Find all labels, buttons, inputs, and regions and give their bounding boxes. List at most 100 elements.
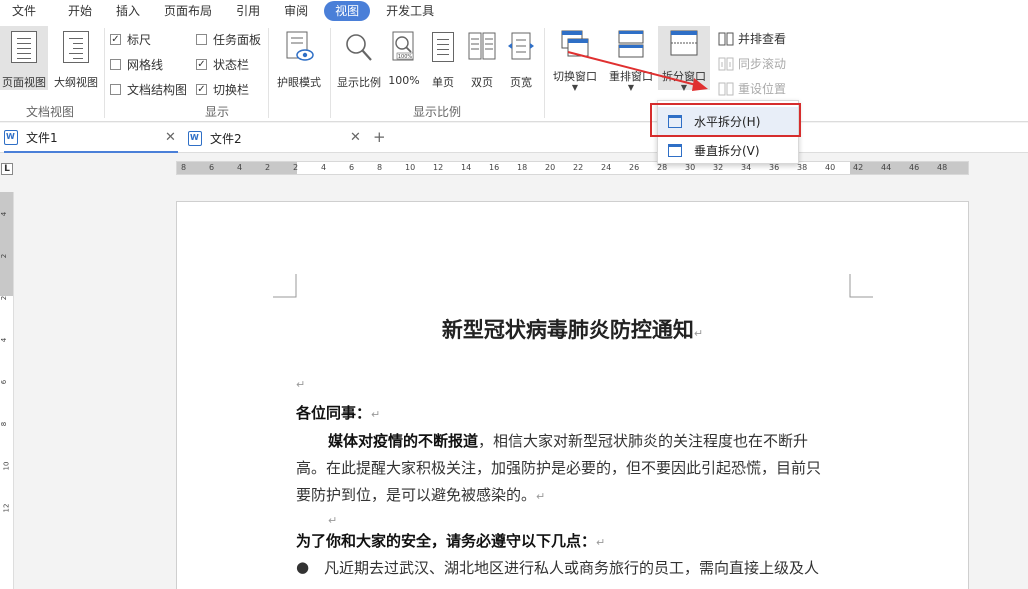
- ruler-tick-label: 34: [741, 163, 752, 172]
- vertical-split-icon: [668, 143, 682, 157]
- status-bar-label: 状态栏: [213, 58, 250, 72]
- ruler-tick-label: 4: [0, 211, 9, 217]
- zoom-100-label: 100%: [388, 74, 420, 87]
- ruler-tick-label: 48: [937, 163, 948, 172]
- empty-paragraph: ↵: [296, 370, 856, 398]
- highlight-box: [650, 103, 801, 137]
- document-title: 新型冠状病毒肺炎防控通知↵: [177, 314, 968, 344]
- heading-text: 为了你和大家的安全，请务必遵守以下几点：: [296, 532, 597, 550]
- page-view-icon: [8, 28, 40, 66]
- tab-label: 文件2: [210, 131, 242, 146]
- reset-position-button[interactable]: 重设位置: [718, 80, 786, 97]
- crop-mark: [273, 274, 297, 298]
- ruler-tick-label: 6: [209, 163, 215, 172]
- document-tab-bar: 文件1 ✕ 文件2 ✕ +: [0, 123, 1028, 153]
- side-by-side-button[interactable]: 并排查看: [718, 30, 786, 47]
- add-tab-icon[interactable]: +: [373, 128, 386, 146]
- double-page-label: 双页: [471, 76, 493, 89]
- task-pane-checkbox[interactable]: 任务面板: [196, 31, 261, 48]
- single-page-button[interactable]: 单页: [425, 26, 461, 90]
- side-by-side-icon: [718, 32, 734, 45]
- ruler-tick-label: 32: [713, 163, 724, 172]
- tab-document-2[interactable]: 文件2: [188, 123, 362, 153]
- separator: [104, 28, 105, 118]
- page-view-button[interactable]: 页面视图: [0, 26, 48, 90]
- menu-file[interactable]: 文件: [0, 1, 48, 21]
- menu-insert[interactable]: 插入: [104, 1, 152, 21]
- single-page-label: 单页: [432, 76, 454, 89]
- ruler-tick-label: 8: [0, 421, 9, 427]
- ruler-checkbox[interactable]: ✓ 标尺: [110, 31, 151, 48]
- ruler-tick-label: 18: [517, 163, 528, 172]
- menu-review[interactable]: 审阅: [272, 1, 320, 21]
- ruler-tick-label: 42: [853, 163, 864, 172]
- eye-mode-button[interactable]: 护眼模式: [273, 26, 325, 90]
- menu-page-layout[interactable]: 页面布局: [152, 1, 224, 21]
- sync-scroll-label: 同步滚动: [738, 57, 787, 71]
- zoom-100-button[interactable]: 100% 100%: [386, 26, 422, 90]
- menu-developer[interactable]: 开发工具: [374, 1, 446, 21]
- tab-bar-checkbox[interactable]: ✓ 切换栏: [196, 81, 249, 98]
- p1-line-3: 要防护到位，是可以避免被感染的。: [296, 486, 537, 504]
- checkbox-icon: [110, 59, 121, 70]
- ruler-tick-label: 26: [629, 163, 640, 172]
- status-bar-checkbox[interactable]: ✓ 状态栏: [196, 56, 249, 73]
- menu-references[interactable]: 引用: [224, 1, 272, 21]
- double-page-icon: [466, 28, 498, 66]
- group-zoom-label: 显示比例: [413, 105, 462, 119]
- ruler-tick-label: 14: [461, 163, 472, 172]
- ruler-tick-label: 38: [797, 163, 808, 172]
- menu-item-vertical-split[interactable]: 垂直拆分(V): [658, 136, 798, 164]
- ruler-tick-label: 22: [573, 163, 584, 172]
- ruler-tick-label: 36: [769, 163, 780, 172]
- page-width-label: 页宽: [510, 76, 532, 89]
- single-page-icon: [427, 28, 459, 66]
- tab-stop-selector[interactable]: L: [1, 163, 13, 175]
- outline-view-button[interactable]: 大纲视图: [50, 26, 102, 90]
- ruler-label: 标尺: [127, 33, 152, 47]
- ruler-margin-top: [0, 192, 13, 296]
- ruler-tick-label: 10: [405, 163, 416, 172]
- close-icon[interactable]: ✕: [165, 130, 176, 145]
- separator: [268, 28, 269, 118]
- ruler-tick-label: 10: [2, 461, 11, 471]
- vertical-ruler[interactable]: 4 2 2 4 6 8 10 12: [0, 192, 14, 589]
- ribbon: 页面视图 大纲视图 文档视图 ✓ 标尺 网格线 文档结构图 任务面板 ✓ 状态栏 ✓…: [0, 22, 1028, 122]
- ruler-tick-label: 12: [2, 503, 11, 513]
- page-width-button[interactable]: 页宽: [502, 26, 540, 90]
- eye-mode-label: 护眼模式: [277, 76, 321, 89]
- document-page[interactable]: 新型冠状病毒肺炎防控通知↵ ↵ 各位同事：↵ 媒体对疫情的不断报道，相信大家对新…: [176, 201, 969, 589]
- menu-home[interactable]: 开始: [56, 1, 104, 21]
- ruler-tick-label: 2: [0, 253, 9, 259]
- doc-structure-checkbox[interactable]: 文档结构图: [110, 81, 187, 98]
- bullet-icon: ●: [296, 558, 310, 576]
- checkbox-icon: ✓: [110, 34, 121, 45]
- outline-view-label: 大纲视图: [54, 76, 98, 89]
- separator: [330, 28, 331, 118]
- ruler-tick-label: 6: [349, 163, 355, 172]
- sync-scroll-button[interactable]: 同步滚动: [718, 55, 786, 72]
- crop-mark: [849, 274, 873, 298]
- side-by-side-label: 并排查看: [738, 32, 787, 46]
- tab-document-1[interactable]: 文件1: [4, 123, 178, 153]
- word-doc-icon: [4, 129, 18, 145]
- close-icon[interactable]: ✕: [350, 130, 361, 145]
- magnifier-icon: [343, 28, 375, 66]
- ruler-tick-label: 24: [601, 163, 612, 172]
- separator: [544, 28, 545, 118]
- paragraph-mark: ↵: [596, 536, 606, 549]
- task-pane-label: 任务面板: [213, 33, 262, 47]
- ruler-tick-label: 2: [265, 163, 271, 172]
- checkbox-icon: ✓: [196, 84, 207, 95]
- greeting-paragraph: 各位同事：↵: [296, 400, 856, 428]
- gridlines-checkbox[interactable]: 网格线: [110, 56, 163, 73]
- menu-view[interactable]: 视图: [324, 1, 371, 21]
- zoom-button[interactable]: 显示比例: [333, 26, 385, 90]
- p1-line-2: 高。在此提醒大家积极关注，加强防护是必要的，但不要因此引起恐慌，目前只: [296, 459, 822, 477]
- doc-structure-label: 文档结构图: [127, 83, 188, 97]
- double-page-button[interactable]: 双页: [464, 26, 500, 90]
- ruler-tick-label: 46: [909, 163, 920, 172]
- ruler-tick-label: 44: [881, 163, 892, 172]
- paragraph-mark: ↵: [693, 327, 704, 340]
- horizontal-ruler[interactable]: 8 6 4 2 2 4 6 8 10 12 14 16 18 20 22 24 26 28 30 32 34 36 38 40…: [176, 161, 969, 175]
